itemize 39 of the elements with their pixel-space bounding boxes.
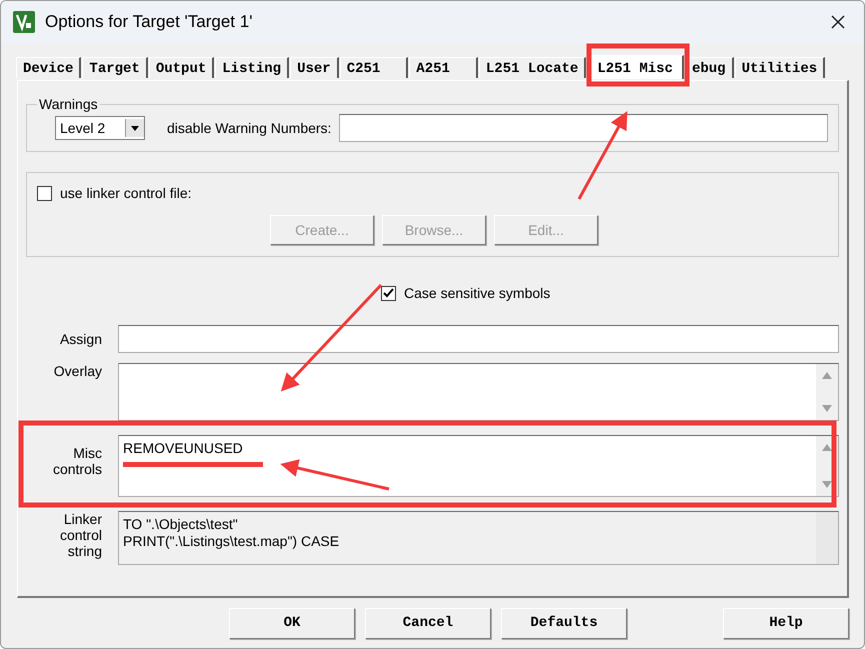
close-icon[interactable] [830,14,846,30]
tab[interactable]: Target [82,57,148,78]
tab[interactable]: C251 [340,57,408,78]
scroll-up-icon[interactable] [821,442,833,452]
tab[interactable]: L251 Locate [478,57,586,78]
field-label: Linker control string [58,511,102,561]
tab[interactable]: A251 [409,57,478,78]
text-area[interactable]: REMOVEUNUSED [118,435,839,497]
field-label: Overlay [52,363,102,381]
tab[interactable]: Output [148,57,214,78]
dialog-button[interactable]: Cancel [365,608,491,638]
warning-numbers-field[interactable] [339,114,828,142]
text-line: TO ".\Objects\test" [123,516,239,533]
checkbox-label: Case sensitive symbols [404,285,550,301]
tab[interactable]: Utilities [734,57,826,78]
text-area[interactable] [118,363,839,421]
group-title: Warnings [38,96,99,112]
field-label: disable Warning Numbers: [167,120,332,136]
scroll-down-icon[interactable] [821,480,833,490]
checkbox[interactable] [381,286,396,300]
scroll-down-icon[interactable] [821,404,833,414]
tab[interactable]: User [290,57,339,78]
scrollbar[interactable] [816,364,838,420]
assign-field[interactable] [118,325,839,353]
scroll-up-icon[interactable] [821,370,833,380]
text-line: REMOVEUNUSED [123,440,244,457]
checkbox-label: use linker control file: [60,185,192,201]
dialog-button[interactable]: Defaults [501,608,627,638]
field-label: Misc controls [52,445,102,479]
app-icon [13,11,35,33]
level-dropdown[interactable]: Level 2 [55,116,145,140]
checkbox[interactable] [37,186,52,200]
dialog-button[interactable]: Help [723,608,849,638]
tab[interactable]: Listing [215,57,290,78]
field-label: Assign [58,330,102,349]
window-title: Options for Target 'Target 1' [45,12,254,32]
dialog-button[interactable]: OK [229,608,355,638]
tab[interactable]: Device [16,57,82,78]
text-line: PRINT(".\Listings\test.map") CASE [123,533,340,550]
